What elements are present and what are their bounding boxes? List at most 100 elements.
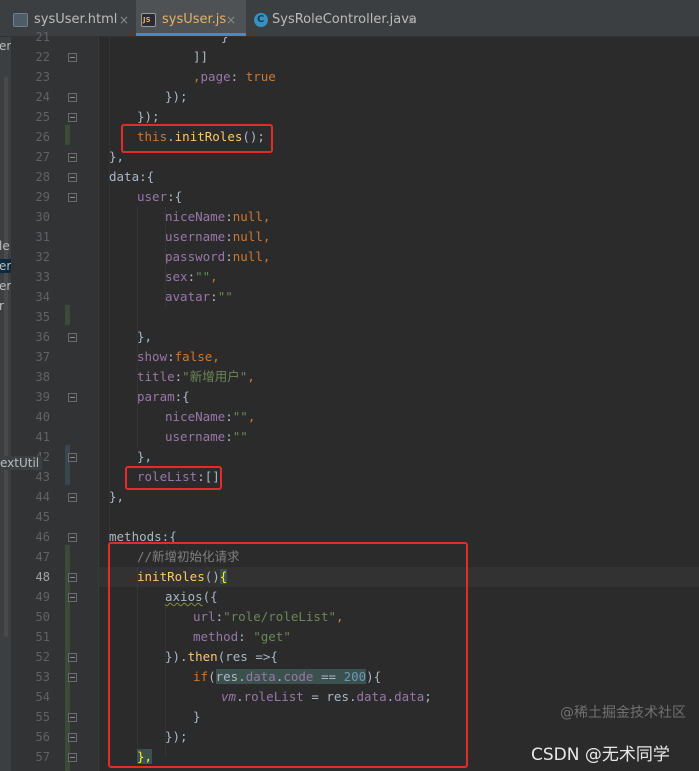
line-number: 45 [35,510,50,524]
line-number: 27 [35,150,50,164]
tab-sysuser-js[interactable]: sysUser.js × [136,0,246,36]
change-marker [65,305,70,325]
fold-marker-icon[interactable] [68,673,77,682]
line-number: 35 [35,310,50,324]
project-tree-fragment[interactable]: le [0,239,10,253]
project-tree-fragment[interactable]: r [0,299,4,313]
line-number: 22 [35,50,50,64]
fold-marker-icon[interactable] [68,653,77,662]
project-tree-item-textutil[interactable]: extUtil [0,456,43,470]
close-icon[interactable]: × [226,0,236,40]
code-line: avatar:"" [165,287,233,307]
line-number: 44 [35,490,50,504]
code-token: : [225,409,233,424]
code-line: password:null, [165,247,270,267]
line-number: 31 [35,230,50,244]
code-token: }, [109,489,125,504]
code-token: null [232,209,263,224]
fold-marker-icon[interactable] [68,573,77,582]
code-token: false [174,349,213,364]
code-token: null [232,229,263,244]
fold-marker-icon[interactable] [68,733,77,742]
annotation-box-init-call [121,124,273,153]
code-token: data:{ [109,169,155,184]
code-line: }, [109,487,124,507]
fold-marker-icon[interactable] [68,53,77,62]
project-tree-fragment[interactable]: er [0,279,11,293]
fold-marker-icon[interactable] [68,173,77,182]
tab-sysrolecontroller-java[interactable]: SysRoleController.java × [248,0,428,36]
code-token: page [200,69,231,84]
change-marker [65,445,70,485]
line-number: 38 [35,370,50,384]
code-token: true [245,69,276,84]
line-number: 28 [35,170,50,184]
code-token: password [165,249,226,264]
code-line: }, [137,447,152,467]
code-token: , [262,209,271,224]
line-number: 34 [35,290,50,304]
line-number: 51 [35,630,50,644]
fold-marker-icon[interactable] [68,193,77,202]
line-number: 46 [35,530,50,544]
js-file-icon [141,13,156,27]
code-token: title [137,369,175,384]
line-number: 40 [35,410,50,424]
line-number: 43 [35,470,50,484]
fold-marker-icon[interactable] [68,453,77,462]
code-token: : [225,249,233,264]
code-token: sex [165,269,188,284]
code-token: : [167,349,175,364]
code-token: : [225,229,233,244]
fold-marker-icon[interactable] [68,533,77,542]
code-token: , [210,269,218,284]
line-number: 33 [35,270,50,284]
line-number-current: 48 [35,570,50,584]
fold-marker-icon[interactable] [68,593,77,602]
line-number: 52 [35,650,50,664]
code-token: :{ [174,389,190,404]
fold-marker-icon[interactable] [68,333,77,342]
project-tree-fragment[interactable]: en [0,39,11,53]
code-token: avatar [165,289,211,304]
code-token: }, [137,449,153,464]
fold-marker-icon[interactable] [68,153,77,162]
code-token: "新增用户" [182,369,248,384]
code-token: : [225,209,233,224]
code-token: : [230,69,246,84]
close-icon[interactable]: × [119,0,129,40]
line-number: 39 [35,390,50,404]
line-number: 37 [35,350,50,364]
fold-marker-icon[interactable] [68,93,77,102]
code-token: : [187,269,196,284]
code-line: niceName:"", [165,407,255,427]
code-token: , [262,229,271,244]
fold-marker-icon[interactable] [68,713,77,722]
project-tree-fragment-selected[interactable]: er [0,259,11,273]
code-line: user:{ [137,187,182,207]
juejin-watermark: @稀土掘金技术社区 [560,705,686,721]
code-token: , [247,369,255,384]
code-token: , [262,249,271,264]
code-line: show:false, [137,347,220,367]
line-number: 57 [35,750,50,764]
line-number: 47 [35,550,50,564]
line-number: 24 [35,90,50,104]
fold-marker-icon[interactable] [68,113,77,122]
code-token: }); [137,109,160,124]
code-line: sex:"", [165,267,218,287]
code-token: , [247,409,256,424]
fold-marker-icon[interactable] [68,393,77,402]
line-number: 32 [35,250,50,264]
code-line: title:"新增用户", [137,367,255,387]
line-number: 56 [35,730,50,744]
annotation-box-method [108,542,468,768]
code-token: }, [137,329,153,344]
code-token: :{ [167,189,183,204]
line-number: 23 [35,70,50,84]
project-panel-scrollbar[interactable] [4,77,8,637]
close-icon[interactable]: × [407,0,417,40]
fold-marker-icon[interactable] [68,493,77,502]
code-token: , [212,349,220,364]
fold-marker-icon[interactable] [68,753,77,762]
